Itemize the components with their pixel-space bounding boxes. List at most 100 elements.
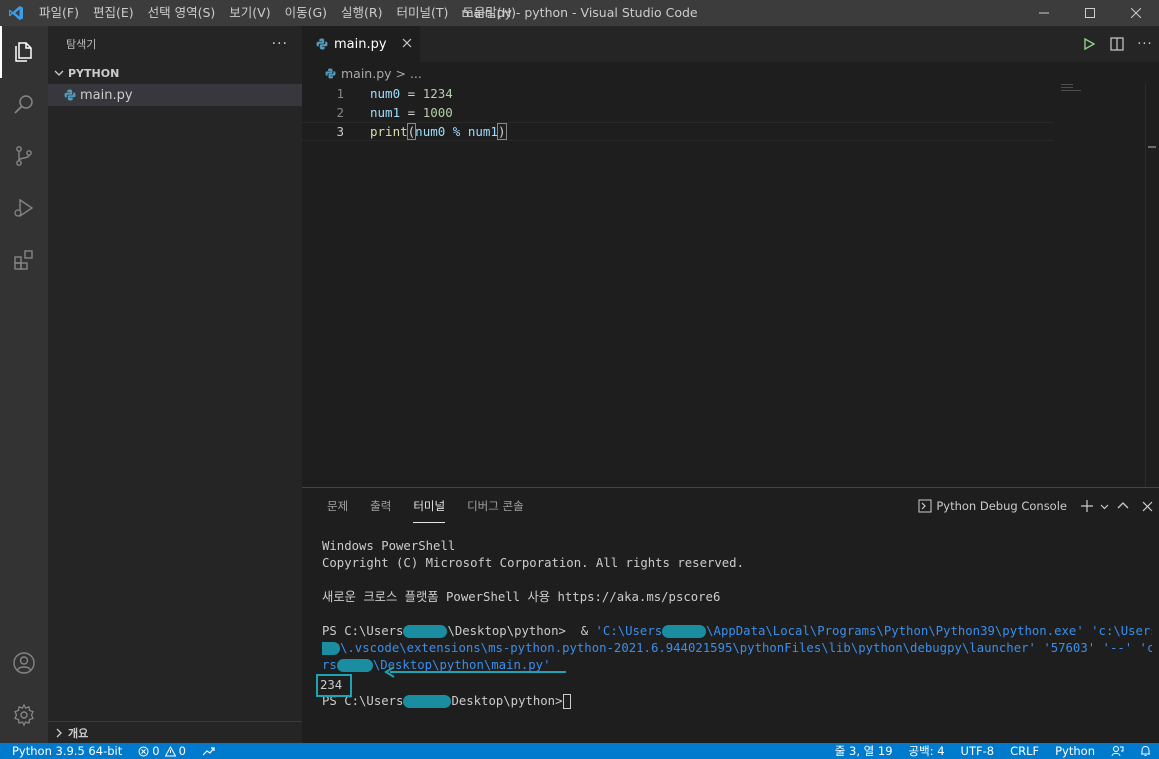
minimize-button[interactable] — [1021, 0, 1067, 26]
indentation[interactable]: 공백: 4 — [901, 743, 953, 759]
status-bar: Python 3.9.5 64-bit 0 0 줄 3, 열 19 공백: 4 … — [0, 743, 1159, 759]
play-icon — [1084, 38, 1095, 50]
notifications-button[interactable] — [1132, 745, 1159, 757]
code-token: = — [400, 86, 423, 101]
editor-tabs: main.py ··· — [302, 26, 1159, 62]
menu-terminal[interactable]: 터미널(T) — [390, 0, 456, 26]
close-panel-button[interactable] — [1135, 488, 1159, 524]
menu-selection[interactable]: 선택 영역(S) — [141, 0, 223, 26]
code-token: num0 % num1 — [415, 124, 498, 139]
menu-run[interactable]: 실행(R) — [334, 0, 389, 26]
new-terminal-button[interactable] — [1077, 488, 1097, 524]
run-python-file-button[interactable] — [1075, 26, 1103, 62]
problems-indicator[interactable]: 0 0 — [130, 743, 194, 759]
file-main-py[interactable]: main.py — [48, 84, 302, 106]
editor-area: main.py ··· main.py > ... 1 num0 = 1234 — [302, 26, 1159, 487]
close-tab-button[interactable] — [402, 36, 412, 52]
tab-debug-console[interactable]: 디버그 콘솔 — [456, 488, 535, 524]
minimap-line — [1061, 84, 1073, 85]
code-token: print — [370, 124, 408, 139]
result-highlight-box: 234 — [316, 674, 353, 697]
folder-python[interactable]: PYTHON — [48, 62, 302, 84]
terminal-icon — [918, 499, 932, 513]
python-file-icon — [314, 36, 330, 52]
panel-actions: Python Debug Console — [918, 488, 1159, 524]
menu-help[interactable]: 도움말(H) — [455, 0, 523, 26]
terminal-profile-button[interactable] — [1097, 488, 1111, 524]
menu-bar: 파일(F) 편집(E) 선택 영역(S) 보기(V) 이동(G) 실행(R) 터… — [32, 0, 523, 26]
close-window-button[interactable] — [1113, 0, 1159, 26]
tab-terminal[interactable]: 터미널 — [402, 488, 456, 524]
feedback-button[interactable] — [1103, 745, 1132, 757]
minimize-icon — [1039, 12, 1049, 14]
close-icon — [1131, 8, 1141, 18]
chevron-right-icon — [52, 728, 66, 738]
code-line-current: 3 print(num0 % num1) — [302, 122, 1054, 141]
python-file-icon — [62, 87, 78, 103]
menu-view[interactable]: 보기(V) — [222, 0, 277, 26]
source-control-button[interactable] — [0, 130, 48, 182]
extensions-button[interactable] — [0, 234, 48, 286]
terminal-line: Windows PowerShell — [322, 539, 456, 553]
menu-go[interactable]: 이동(G) — [278, 0, 334, 26]
cursor-marker — [1148, 146, 1156, 148]
live-share-button[interactable] — [194, 746, 223, 757]
error-icon — [138, 746, 149, 756]
redaction-mark — [662, 625, 707, 638]
cursor-position[interactable]: 줄 3, 열 19 — [827, 743, 901, 759]
line-number: 3 — [336, 124, 344, 139]
explorer-button[interactable] — [0, 26, 48, 78]
split-editor-button[interactable] — [1103, 26, 1131, 62]
run-debug-icon — [14, 198, 34, 218]
more-actions-button[interactable]: ··· — [272, 36, 288, 52]
maximize-button[interactable] — [1067, 0, 1113, 26]
terminal-line: 새로운 크로스 플랫폼 PowerShell 사용 https://aka.ms… — [322, 590, 721, 604]
maximize-panel-button[interactable] — [1111, 488, 1135, 524]
explorer-sidebar: 탐색기 ··· PYTHON main.py 개요 — [48, 26, 302, 743]
redaction-mark — [322, 642, 340, 655]
editor-actions: ··· — [1075, 26, 1159, 62]
title-bar: 파일(F) 편집(E) 선택 영역(S) 보기(V) 이동(G) 실행(R) 터… — [0, 0, 1159, 26]
manage-button[interactable] — [0, 689, 48, 741]
code-token: 1000 — [422, 105, 453, 120]
tab-output[interactable]: 출력 — [359, 488, 402, 524]
run-debug-button[interactable] — [0, 182, 48, 234]
feedback-icon — [1111, 746, 1124, 757]
activity-bar — [0, 26, 48, 743]
outline-section[interactable]: 개요 — [48, 721, 302, 743]
vertical-scrollbar[interactable] — [1145, 84, 1159, 487]
gear-icon — [14, 703, 34, 727]
menu-file[interactable]: 파일(F) — [32, 0, 86, 26]
code-editor[interactable]: 1 num0 = 1234 2 num1 = 1000 3 print(num0… — [302, 84, 1062, 141]
minimap[interactable] — [1061, 84, 1141, 94]
terminal-line: Copyright (C) Microsoft Corporation. All… — [322, 556, 744, 570]
code-token: num1 — [370, 105, 401, 120]
search-button[interactable] — [0, 78, 48, 130]
breadcrumb[interactable]: main.py > ... — [302, 62, 1159, 84]
prompt-text: PS C:\Users — [322, 624, 404, 638]
plus-icon — [1081, 500, 1093, 512]
minimap-line — [1061, 90, 1081, 91]
accounts-button[interactable] — [0, 637, 48, 689]
search-icon — [14, 95, 33, 114]
file-label: main.py — [80, 87, 133, 103]
warning-icon — [164, 745, 176, 756]
terminal-selector[interactable]: Python Debug Console — [918, 499, 1067, 513]
warning-count: 0 — [178, 744, 186, 758]
menu-edit[interactable]: 편집(E) — [86, 0, 141, 26]
breadcrumb-text: main.py > ... — [341, 65, 422, 81]
terminal-output[interactable]: Windows PowerShell Copyright (C) Microso… — [316, 538, 1152, 710]
language-mode[interactable]: Python — [1047, 743, 1103, 759]
encoding[interactable]: UTF-8 — [953, 743, 1003, 759]
tab-problems[interactable]: 문제 — [316, 488, 359, 524]
end-of-line[interactable]: CRLF — [1002, 743, 1047, 759]
line-number: 2 — [336, 105, 344, 120]
folder-label: PYTHON — [68, 66, 120, 80]
split-editor-icon — [1110, 37, 1124, 51]
code-line: 2 num1 = 1000 — [302, 103, 1062, 122]
sidebar-title: 탐색기 — [66, 38, 97, 51]
python-interpreter[interactable]: Python 3.9.5 64-bit — [12, 743, 130, 759]
more-editor-actions-button[interactable]: ··· — [1131, 26, 1159, 62]
tab-main-py[interactable]: main.py — [302, 26, 420, 62]
line-number: 1 — [336, 86, 344, 101]
